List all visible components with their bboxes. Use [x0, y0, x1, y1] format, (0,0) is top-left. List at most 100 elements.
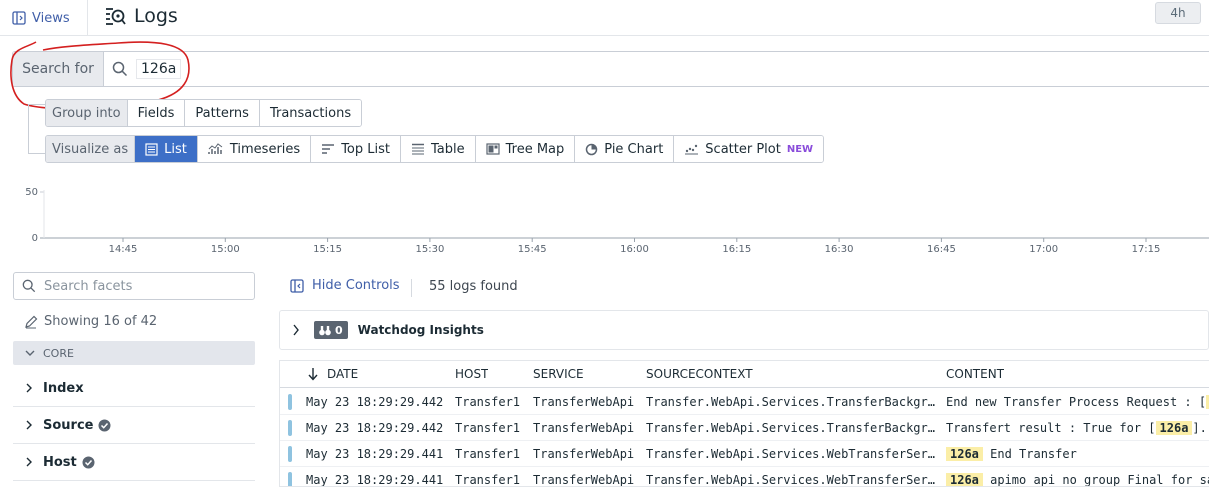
group-fields-button[interactable]: Fields	[127, 100, 186, 126]
table-row[interactable]: May 23 18:29:29.441 Transfer1 TransferWebA…	[280, 467, 1209, 487]
hide-controls-label: Hide Controls	[312, 278, 400, 293]
views-button[interactable]: Views	[0, 0, 88, 36]
binoculars-icon	[319, 325, 331, 335]
cell-date: May 23 18:29:29.441	[306, 472, 444, 487]
facet-search-input[interactable]: Search facets	[13, 272, 255, 300]
logs-title-text: Logs	[134, 5, 178, 27]
facet-section-core[interactable]: CORE	[13, 341, 255, 365]
facet-item-source[interactable]: Source	[13, 407, 255, 444]
timeline-chart[interactable]: 50 0 14:45 15:00 15:15 15:30 15:45 16:00 16:15…	[0, 180, 1209, 260]
col-sourcecontext[interactable]: SOURCECONTEXT	[646, 367, 753, 381]
cell-service: TransferWebApi	[533, 394, 635, 409]
x-tick-label: 15:00	[211, 244, 240, 255]
table-row[interactable]: May 23 18:29:29.442 Transfer1 TransferWebA…	[280, 415, 1209, 441]
col-service[interactable]: SERVICE	[533, 367, 584, 381]
vis-treemap-button[interactable]: Tree Map	[475, 136, 576, 162]
table-row[interactable]: May 23 18:29:29.442 Transfer1 TransferWebA…	[280, 389, 1209, 415]
col-content[interactable]: CONTENT	[946, 367, 1004, 381]
watchdog-badge: 0	[314, 321, 348, 339]
watchdog-count: 0	[335, 323, 343, 337]
facet-item-index[interactable]: Index	[13, 370, 255, 407]
time-range-button[interactable]: 4h	[1155, 2, 1201, 24]
vis-piechart-button[interactable]: Pie Chart	[575, 136, 675, 162]
views-label: Views	[32, 10, 70, 26]
table-icon	[411, 143, 424, 155]
facets-showing-text: Showing 16 of 42	[44, 314, 158, 329]
divider	[411, 279, 412, 297]
search-icon	[22, 279, 36, 293]
table-row[interactable]: May 23 18:29:29.441 Transfer1 TransferWebA…	[280, 441, 1209, 467]
vis-timeseries-label: Timeseries	[229, 141, 301, 157]
cell-service: TransferWebApi	[533, 420, 635, 435]
status-indicator	[288, 445, 292, 462]
col-host[interactable]: HOST	[455, 367, 488, 381]
x-tick-label: 16:45	[927, 244, 956, 255]
vis-timeseries-button[interactable]: Timeseries	[197, 136, 312, 162]
x-tick-label: 16:30	[825, 244, 854, 255]
chevron-right-icon	[293, 324, 299, 336]
group-transactions-button[interactable]: Transactions	[259, 100, 362, 126]
sort-down-icon[interactable]	[308, 367, 318, 381]
watchdog-insights-panel[interactable]: 0 Watchdog Insights	[279, 310, 1209, 350]
pencil-icon	[25, 315, 38, 328]
visualize-as-label: Visualize as	[46, 136, 136, 162]
logs-icon	[106, 8, 126, 25]
top-bar	[0, 0, 1209, 36]
content-text-before: Transfert result : True for [	[946, 420, 1156, 435]
status-indicator	[288, 393, 292, 410]
check-circle-icon	[82, 456, 95, 468]
toplist-icon	[322, 144, 335, 154]
cell-content: End new Transfer Process Request : [1	[946, 394, 1209, 409]
facet-item-host[interactable]: Host	[13, 444, 255, 481]
cell-host: Transfer1	[455, 394, 521, 409]
hide-controls-button[interactable]: Hide Controls	[290, 278, 400, 293]
cell-sourcecontext: Transfer.WebApi.Services.TransferBackgr…	[646, 394, 935, 409]
facet-item-label: Source	[43, 417, 94, 433]
cell-service: TransferWebApi	[533, 472, 635, 487]
vis-toplist-label: Top List	[341, 141, 390, 157]
vis-scatterplot-button[interactable]: Scatter Plot NEW	[674, 136, 824, 162]
status-indicator	[288, 419, 292, 436]
x-tick-label: 16:00	[620, 244, 649, 255]
controls-bracket	[28, 104, 45, 154]
vis-list-button[interactable]: List	[135, 136, 198, 162]
x-tick-label: 15:15	[313, 244, 342, 255]
vis-list-label: List	[164, 141, 187, 157]
vis-toplist-button[interactable]: Top List	[311, 136, 401, 162]
col-date[interactable]: DATE	[327, 367, 358, 381]
facet-search-placeholder: Search facets	[44, 278, 133, 294]
group-into-label: Group into	[46, 100, 128, 126]
treemap-icon	[486, 143, 500, 155]
x-tick-label: 14:45	[109, 244, 138, 255]
cell-date: May 23 18:29:29.442	[306, 420, 444, 435]
logs-count: 55 logs found	[429, 279, 518, 294]
watchdog-label: Watchdog Insights	[357, 323, 484, 337]
y-tick-label: 50	[25, 187, 38, 198]
cell-content: 126a End Transfer	[946, 446, 1209, 461]
facet-item-label: Index	[43, 380, 84, 396]
chevron-down-icon	[25, 350, 35, 356]
x-tick-label: 16:15	[722, 244, 751, 255]
x-tick-label: 15:30	[415, 244, 444, 255]
table-header: DATE HOST SERVICE SOURCECONTEXT CONTENT	[280, 361, 1209, 388]
cell-content: 126a apimo_api_no_group Final for sa	[946, 472, 1209, 486]
new-badge: NEW	[786, 143, 814, 155]
vis-treemap-label: Tree Map	[505, 141, 565, 157]
sidebar-toggle-icon	[12, 11, 26, 25]
group-patterns-button[interactable]: Patterns	[185, 100, 260, 126]
list-icon	[145, 142, 158, 156]
search-highlight: 126a	[946, 472, 983, 486]
visualize-as-control: Visualize as List Timeseries Top List Ta…	[45, 135, 825, 163]
facets-showing[interactable]: Showing 16 of 42	[24, 314, 157, 329]
group-into-control: Group into Fields Patterns Transactions	[45, 99, 363, 127]
y-tick-label: 0	[32, 233, 38, 244]
scatterplot-icon	[685, 144, 699, 155]
facet-item-label: Host	[43, 454, 77, 470]
cell-date: May 23 18:29:29.441	[306, 446, 444, 461]
status-indicator	[288, 471, 292, 486]
vis-table-button[interactable]: Table	[400, 136, 476, 162]
x-tick-label: 17:15	[1132, 244, 1161, 255]
cell-service: TransferWebApi	[533, 446, 635, 461]
cell-sourcecontext: Transfer.WebApi.Services.WebTransferSer…	[646, 472, 935, 487]
search-highlight: 126a	[946, 446, 983, 461]
